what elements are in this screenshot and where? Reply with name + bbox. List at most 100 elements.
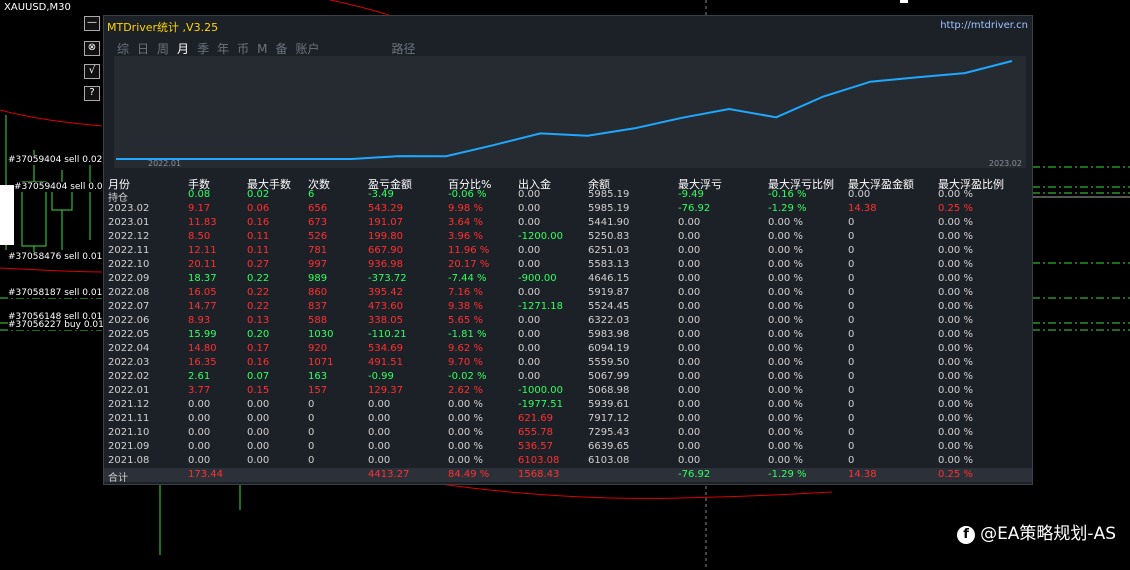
table-row: 2022.09 18.37 0.22 989 -373.72 -7.44 % -900.00… — [104, 273, 1032, 287]
table-cell: 0.00 — [678, 315, 701, 326]
help-button[interactable]: ? — [84, 86, 100, 101]
table-cell: 0.00 — [518, 189, 541, 200]
table-cell: 2.61 — [188, 371, 211, 382]
table-cell: 2021.12 — [108, 399, 150, 410]
table-cell: 0.00 % — [938, 427, 973, 438]
table-cell: 0.00 — [678, 357, 701, 368]
table-row: 2021.10 0.00 0.00 0 0.00 0.00 % 655.78 7295.43 0… — [104, 427, 1032, 441]
table-cell: -1.81 % — [448, 329, 487, 340]
order-label[interactable]: #37056227 buy 0.01 — [8, 320, 104, 330]
table-cell: 0 — [848, 385, 855, 396]
facebook-icon: f — [957, 526, 976, 544]
table-cell: 0.00 — [368, 441, 391, 452]
total-row: 合计 173.44 4413.27 84.49 % 1568.43 -76.92 -1.29… — [104, 468, 1032, 484]
table-cell: 2022.05 — [108, 329, 150, 340]
table-cell: 0.07 — [247, 371, 270, 382]
total-cell: 1568.43 — [518, 469, 560, 480]
tab-magic[interactable]: M — [257, 42, 267, 56]
order-label[interactable]: #37059404 sell 0.0 — [14, 182, 103, 192]
table-cell: 0 — [308, 441, 315, 452]
panel-title: MTDriver统计 ,V3.25 — [107, 21, 219, 34]
table-cell: 491.51 — [368, 357, 403, 368]
table-cell: 920 — [308, 343, 328, 354]
tab-month[interactable]: 月 — [177, 42, 189, 56]
table-cell: 15.99 — [188, 329, 217, 340]
tab-note[interactable]: 备 — [275, 42, 287, 56]
table-cell: 0.00 — [518, 203, 541, 214]
table-cell: -1271.18 — [518, 301, 563, 312]
tab-currency[interactable]: 币 — [237, 42, 249, 56]
table-cell: 667.90 — [368, 245, 403, 256]
table-cell: 0.00 % — [938, 385, 973, 396]
check-button[interactable]: √ — [84, 64, 100, 79]
table-cell: 163 — [308, 371, 328, 382]
minimize-button[interactable]: — — [84, 16, 100, 31]
table-cell: 989 — [308, 273, 328, 284]
table-cell: -3.49 — [368, 189, 394, 200]
total-cell: 173.44 — [188, 469, 223, 480]
table-cell: 5983.98 — [588, 329, 630, 340]
table-cell: 5524.45 — [588, 301, 630, 312]
table-cell: 0.00 — [518, 329, 541, 340]
candle-body — [0, 185, 14, 245]
table-row: 2022.07 14.77 0.22 837 473.60 9.38 % -1271.18 5… — [104, 301, 1032, 315]
table-cell: 0.00 % — [938, 371, 973, 382]
order-label[interactable]: #37059404 sell 0.02 — [8, 155, 103, 165]
table-cell: 0.00 — [188, 441, 211, 452]
balance-line — [116, 60, 1013, 160]
table-cell: 16.35 — [188, 357, 217, 368]
table-cell: 191.07 — [368, 217, 403, 228]
close-circle-button[interactable]: ⊗ — [84, 41, 100, 56]
table-cell: 0.00 % — [938, 259, 973, 270]
tab-account[interactable]: 账户 — [295, 42, 319, 56]
table-cell: 673 — [308, 217, 328, 228]
table-cell: 0.00 % — [448, 427, 483, 438]
order-label[interactable]: #37058476 sell 0.01 — [8, 252, 103, 262]
table-cell: 0.00 % — [768, 329, 803, 340]
table-cell: 1030 — [308, 329, 334, 340]
table-cell: 5985.19 — [588, 189, 630, 200]
table-cell: -0.06 % — [448, 189, 487, 200]
table-row: 2021.11 0.00 0.00 0 0.00 0.00 % 621.69 7917.12 0… — [104, 413, 1032, 427]
table-cell: 0.00 — [247, 455, 270, 466]
price-marker — [900, 0, 908, 3]
table-cell: 11.83 — [188, 217, 217, 228]
total-cell: 84.49 % — [448, 469, 490, 480]
table-cell: 0.00 — [247, 427, 270, 438]
table-cell: 3.77 — [188, 385, 211, 396]
table-cell: 6094.19 — [588, 343, 630, 354]
table-cell: 0.06 — [247, 203, 270, 214]
table-cell: 2022.04 — [108, 343, 150, 354]
table-cell: 0 — [848, 217, 855, 228]
table-cell: 2022.01 — [108, 385, 150, 396]
chart-end-label: 2023.02 — [988, 159, 1022, 168]
table-row: 2022.05 15.99 0.20 1030 -110.21 -1.81 % 0.00 59… — [104, 329, 1032, 343]
table-cell: 0.00 % — [768, 371, 803, 382]
table-cell: -110.21 — [368, 329, 407, 340]
table-cell: 20.11 — [188, 259, 217, 270]
total-cell: 0.25 % — [938, 469, 973, 480]
table-cell: 5939.61 — [588, 399, 630, 410]
table-cell: 0.00 — [368, 455, 391, 466]
table-cell: 936.98 — [368, 259, 403, 270]
table-cell: 0.00 — [247, 399, 270, 410]
table-cell: 0.00 % — [768, 455, 803, 466]
path-label[interactable]: 路径 — [392, 42, 416, 56]
tab-year[interactable]: 年 — [217, 42, 229, 56]
table-cell: 0.00 % — [768, 427, 803, 438]
table-cell: 0.00 % — [448, 399, 483, 410]
table-cell: 0.00 % — [938, 399, 973, 410]
tab-week[interactable]: 周 — [157, 42, 169, 56]
table-cell: 0.00 % — [768, 357, 803, 368]
website-link[interactable]: http://mtdriver.cn — [940, 20, 1028, 31]
table-cell: 5250.83 — [588, 231, 630, 242]
tab-quarter[interactable]: 季 — [197, 42, 209, 56]
table-cell: 0.00 % — [768, 441, 803, 452]
tab-summary[interactable]: 综 — [117, 42, 129, 56]
order-label[interactable]: #37058187 sell 0.01 — [8, 288, 103, 298]
table-cell: 5068.98 — [588, 385, 630, 396]
table-cell: -1200.00 — [518, 231, 563, 242]
tab-day[interactable]: 日 — [137, 42, 149, 56]
table-cell: 5.65 % — [448, 315, 483, 326]
table-cell: 8.93 — [188, 315, 211, 326]
